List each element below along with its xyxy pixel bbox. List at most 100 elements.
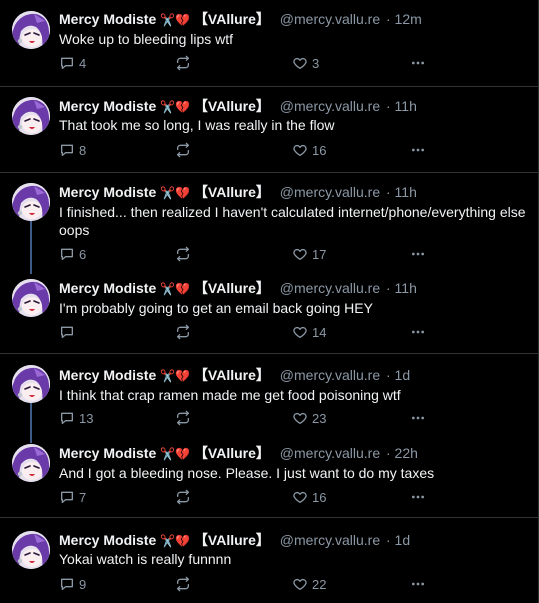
post-actions: 8 16 <box>59 140 439 160</box>
heart-icon <box>292 576 308 592</box>
timestamp[interactable]: · 12m <box>386 11 422 27</box>
display-name[interactable]: Mercy Modiste <box>59 280 156 296</box>
display-name-tag[interactable]: 【VAllure】 <box>194 98 270 114</box>
like-button[interactable]: 16 <box>292 140 326 160</box>
more-options-button[interactable] <box>410 244 426 264</box>
timestamp[interactable]: · 11h <box>386 280 417 296</box>
display-name-tag[interactable]: 【VAllure】 <box>194 367 270 383</box>
reply-button[interactable]: 6 <box>59 244 86 264</box>
post[interactable]: Mercy Modiste ✂️💔 【VAllure】 @mercy.vallu… <box>0 87 538 172</box>
heart-icon <box>292 410 308 426</box>
reply-count: 7 <box>79 489 87 505</box>
post[interactable]: Mercy Modiste ✂️💔 【VAllure】 @mercy.vallu… <box>0 354 538 436</box>
avatar[interactable] <box>12 11 50 49</box>
more-options-button[interactable] <box>410 487 426 507</box>
like-button[interactable]: 16 <box>292 487 326 507</box>
handle[interactable]: @mercy.vallu.re <box>280 532 380 548</box>
post[interactable]: Mercy Modiste ✂️💔 【VAllure】 @mercy.vallu… <box>0 518 538 603</box>
reply-button[interactable]: 4 <box>59 53 86 73</box>
post-actions: 7 16 <box>59 487 439 507</box>
post[interactable]: Mercy Modiste ✂️💔 【VAllure】 @mercy.vallu… <box>0 269 538 353</box>
handle[interactable]: @mercy.vallu.re <box>280 445 380 461</box>
like-count: 22 <box>312 576 327 592</box>
avatar[interactable] <box>12 365 50 403</box>
avatar[interactable] <box>12 531 50 569</box>
post[interactable]: Mercy Modiste ✂️💔 【VAllure】 @mercy.vallu… <box>0 173 538 269</box>
display-name-tag[interactable]: 【VAllure】 <box>194 532 270 548</box>
handle[interactable]: @mercy.vallu.re <box>280 184 380 200</box>
more-options-button[interactable] <box>410 53 426 73</box>
reply-icon <box>59 142 75 158</box>
post-header: Mercy Modiste ✂️💔 【VAllure】 @mercy.vallu… <box>59 444 530 462</box>
post-text: I think that crap ramen made me get food… <box>59 387 401 403</box>
reply-button[interactable]: 8 <box>59 140 86 160</box>
post-actions: 14 <box>59 322 439 342</box>
timestamp[interactable]: · 11h <box>386 184 417 200</box>
avatar[interactable] <box>12 97 50 135</box>
reply-icon <box>59 576 75 592</box>
repost-button[interactable] <box>175 53 191 73</box>
repost-icon <box>175 246 191 262</box>
avatar[interactable] <box>12 444 50 482</box>
display-name-tag[interactable]: 【VAllure】 <box>194 445 270 461</box>
post-text: I finished... then realized I haven't ca… <box>59 204 526 238</box>
display-name[interactable]: Mercy Modiste <box>59 367 156 383</box>
more-options-button[interactable] <box>410 574 426 594</box>
display-name[interactable]: Mercy Modiste <box>59 532 156 548</box>
repost-button[interactable] <box>175 408 191 428</box>
like-button[interactable]: 23 <box>292 408 326 428</box>
reply-icon <box>59 324 75 340</box>
handle[interactable]: @mercy.vallu.re <box>280 98 380 114</box>
ellipsis-icon <box>410 246 426 262</box>
repost-button[interactable] <box>175 244 191 264</box>
handle[interactable]: @mercy.vallu.re <box>280 367 380 383</box>
post[interactable]: Mercy Modiste ✂️💔 【VAllure】 @mercy.vallu… <box>0 0 538 86</box>
badge-emoji: ✂️💔 <box>160 100 191 114</box>
repost-button[interactable] <box>175 574 191 594</box>
repost-button[interactable] <box>175 140 191 160</box>
reply-button[interactable]: 7 <box>59 487 86 507</box>
like-count: 17 <box>312 246 327 262</box>
display-name-tag[interactable]: 【VAllure】 <box>194 184 270 200</box>
handle[interactable]: @mercy.vallu.re <box>280 11 380 27</box>
display-name-tag[interactable]: 【VAllure】 <box>194 11 270 27</box>
post-header: Mercy Modiste ✂️💔 【VAllure】 @mercy.vallu… <box>59 531 530 549</box>
reply-button[interactable]: 9 <box>59 574 86 594</box>
avatar[interactable] <box>12 183 50 221</box>
reply-button[interactable] <box>59 322 79 342</box>
timestamp[interactable]: · 1d <box>386 532 410 548</box>
display-name[interactable]: Mercy Modiste <box>59 445 156 461</box>
like-button[interactable]: 22 <box>292 574 326 594</box>
post-actions: 13 23 <box>59 408 439 428</box>
display-name[interactable]: Mercy Modiste <box>59 11 156 27</box>
repost-button[interactable] <box>175 322 191 342</box>
post[interactable]: Mercy Modiste ✂️💔 【VAllure】 @mercy.vallu… <box>0 436 538 517</box>
display-name-tag[interactable]: 【VAllure】 <box>194 280 270 296</box>
reply-count: 13 <box>79 410 94 426</box>
timestamp[interactable]: · 11h <box>386 98 417 114</box>
reply-button[interactable]: 13 <box>59 408 93 428</box>
post-header: Mercy Modiste ✂️💔 【VAllure】 @mercy.vallu… <box>59 279 530 297</box>
display-name[interactable]: Mercy Modiste <box>59 98 156 114</box>
more-options-button[interactable] <box>410 322 426 342</box>
handle[interactable]: @mercy.vallu.re <box>280 280 380 296</box>
heart-icon <box>292 142 308 158</box>
post-header: Mercy Modiste ✂️💔 【VAllure】 @mercy.vallu… <box>59 97 530 115</box>
post-text: Yokai watch is really funnnn <box>59 551 232 567</box>
repost-icon <box>175 55 191 71</box>
like-button[interactable]: 14 <box>292 322 326 342</box>
avatar[interactable] <box>12 279 50 317</box>
display-name[interactable]: Mercy Modiste <box>59 184 156 200</box>
like-button[interactable]: 3 <box>292 53 319 73</box>
post-text: I'm probably going to get an email back … <box>59 300 373 316</box>
more-options-button[interactable] <box>410 408 426 428</box>
timestamp[interactable]: · 1d <box>386 367 410 383</box>
timestamp[interactable]: · 22h <box>386 445 418 461</box>
ellipsis-icon <box>410 55 426 71</box>
repost-button[interactable] <box>175 487 191 507</box>
reply-icon <box>59 246 75 262</box>
feed: Mercy Modiste ✂️💔 【VAllure】 @mercy.vallu… <box>0 0 539 603</box>
heart-icon <box>292 324 308 340</box>
like-button[interactable]: 17 <box>292 244 326 264</box>
more-options-button[interactable] <box>410 140 426 160</box>
